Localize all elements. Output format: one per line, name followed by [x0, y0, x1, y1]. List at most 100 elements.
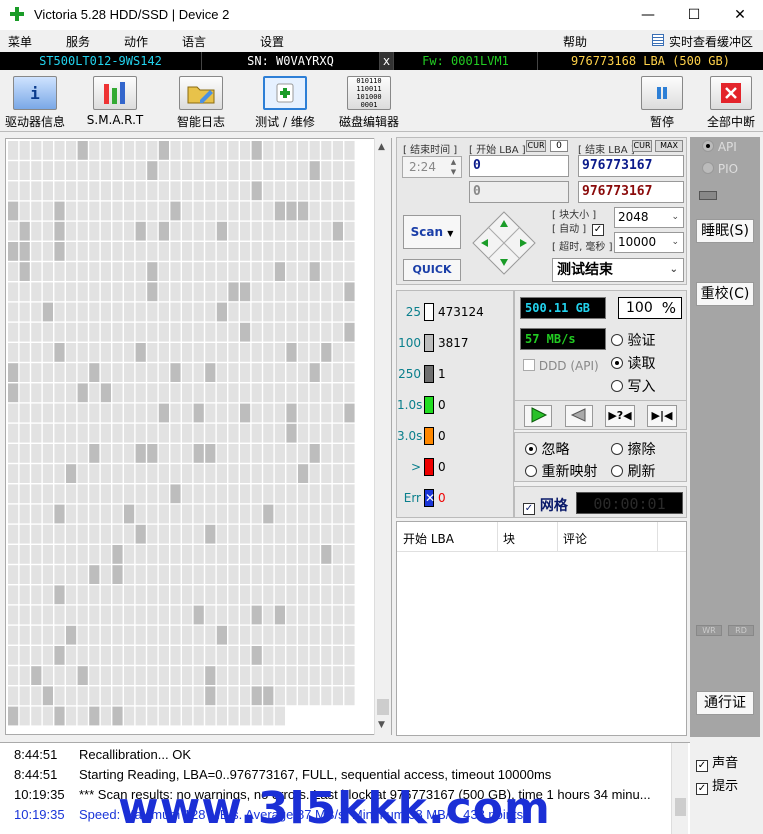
api-radio[interactable]: API: [702, 140, 737, 154]
erase-radio[interactable]: 擦除: [611, 439, 655, 459]
scan-block: [263, 464, 274, 483]
pause-label: 暂停: [649, 115, 674, 129]
map-scrollbar[interactable]: ▲ ▼: [374, 138, 391, 735]
scan-block: [8, 464, 19, 483]
scan-block: [66, 363, 77, 382]
quick-button[interactable]: QUICK: [403, 259, 461, 281]
scan-block: [182, 585, 193, 605]
ignore-radio[interactable]: 忽略: [525, 439, 569, 459]
scan-block: [54, 423, 65, 443]
scan-block: [54, 666, 65, 685]
end-lba-input[interactable]: 976773167: [578, 155, 684, 177]
time-spinner-icon[interactable]: ▲ ▼: [447, 157, 460, 177]
reverse-button[interactable]: [565, 405, 593, 427]
scan-block: [170, 383, 181, 403]
scan-block: [286, 585, 297, 605]
scan-block: [147, 363, 158, 382]
drive-info-button[interactable]: i 驱动器信息: [2, 76, 68, 130]
scan-block: [54, 706, 65, 726]
scan-block: [112, 201, 123, 221]
timeout-select[interactable]: 10000 ⌄: [614, 232, 684, 253]
scan-block: [19, 343, 30, 362]
scan-block: [286, 141, 297, 160]
test-repair-button[interactable]: 测试 / 维修: [250, 76, 320, 130]
menu-help[interactable]: 帮助: [563, 33, 587, 50]
close-device-button[interactable]: x: [380, 52, 394, 70]
scroll-down-icon[interactable]: ▼: [378, 720, 385, 730]
scan-block: [205, 383, 216, 403]
verify-radio[interactable]: 验证: [611, 330, 655, 350]
menu-settings[interactable]: 设置: [260, 33, 284, 50]
scan-block: [309, 464, 320, 483]
close-button[interactable]: ✕: [717, 0, 763, 30]
scan-block: [240, 242, 251, 261]
realtime-buffer-link[interactable]: 实时查看缓冲区: [669, 33, 753, 50]
scan-button[interactable]: Scan ▼: [403, 215, 461, 249]
smart-log-button[interactable]: 智能日志: [168, 76, 234, 130]
scan-block: [216, 565, 227, 584]
random-seek-button[interactable]: ▶?◀: [605, 405, 635, 427]
sound-checkbox[interactable]: ✓ 声音: [696, 752, 738, 772]
scan-block: [344, 545, 355, 564]
remap-radio[interactable]: 重新映射: [525, 461, 597, 481]
log-scrollbar[interactable]: [671, 743, 688, 834]
start-lba-input[interactable]: 0: [469, 155, 569, 177]
end-max-button[interactable]: MAX: [655, 140, 683, 152]
percent-complete: 100%: [618, 297, 682, 319]
scan-block: [298, 484, 309, 504]
pause-button[interactable]: 暂停: [640, 76, 684, 130]
scan-block: [19, 363, 30, 382]
col-block[interactable]: 块: [503, 530, 515, 547]
pio-radio[interactable]: PIO: [702, 162, 738, 176]
scan-block: [31, 242, 42, 261]
auto-checkbox[interactable]: ✓: [592, 220, 604, 236]
scan-block: [31, 484, 42, 504]
scan-block: [112, 524, 123, 544]
menu-language[interactable]: 语言: [182, 33, 206, 50]
col-start-lba[interactable]: 开始 LBA: [403, 530, 454, 547]
scan-block: [42, 504, 53, 524]
hints-checkbox[interactable]: ✓ 提示: [696, 775, 738, 795]
scan-block: [274, 363, 285, 382]
refresh-radio[interactable]: 刷新: [611, 461, 655, 481]
scroll-thumb[interactable]: [377, 699, 389, 715]
scan-block: [274, 666, 285, 685]
scan-block: [332, 686, 343, 706]
scan-block: [19, 565, 30, 584]
scan-block: [228, 201, 239, 221]
sleep-button[interactable]: 睡眠(S): [696, 219, 754, 243]
col-comment[interactable]: 评论: [563, 530, 587, 547]
butterfly-button[interactable]: ▶|◀: [647, 405, 677, 427]
scan-block: [112, 181, 123, 201]
ddd-api-checkbox[interactable]: DDD (API): [523, 359, 599, 373]
stop-all-button[interactable]: 全部中断: [702, 76, 760, 130]
grid-timer-panel: ✓ 网格 00:00:01: [514, 486, 687, 518]
block-size-select[interactable]: 2048 ⌄: [614, 207, 684, 228]
log-scroll-thumb[interactable]: [675, 798, 686, 816]
scroll-up-icon[interactable]: ▲: [378, 142, 385, 152]
scan-block: [77, 565, 88, 584]
scan-block: [321, 363, 332, 382]
disk-editor-button[interactable]: 010110 110011 101000 0001 磁盘编辑器: [336, 76, 402, 130]
scan-block: [158, 565, 169, 584]
end-cur-button[interactable]: CUR: [632, 140, 652, 152]
read-radio[interactable]: 读取: [611, 353, 655, 373]
write-radio[interactable]: 写入: [611, 376, 655, 396]
scan-block: [158, 262, 169, 281]
recalibrate-button[interactable]: 重校(C): [696, 282, 754, 306]
scan-block: [31, 403, 42, 423]
smart-button[interactable]: S.M.A.R.T: [82, 76, 148, 127]
direction-pad[interactable]: [471, 210, 537, 276]
minimize-button[interactable]: —: [625, 0, 671, 30]
maximize-button[interactable]: ☐: [671, 0, 717, 30]
play-button[interactable]: [524, 405, 552, 427]
grid-checkbox[interactable]: ✓ 网格: [523, 495, 568, 515]
menu-action[interactable]: 动作: [124, 33, 148, 50]
scan-block: [8, 706, 19, 726]
status-select[interactable]: 测试结束 ⌄: [552, 258, 684, 282]
passport-button[interactable]: 通行证: [696, 691, 754, 715]
start-cur-button[interactable]: CUR: [526, 140, 546, 152]
menu-service[interactable]: 服务: [66, 33, 90, 50]
menu-main[interactable]: 菜单: [8, 33, 32, 50]
scan-block: [8, 201, 19, 221]
